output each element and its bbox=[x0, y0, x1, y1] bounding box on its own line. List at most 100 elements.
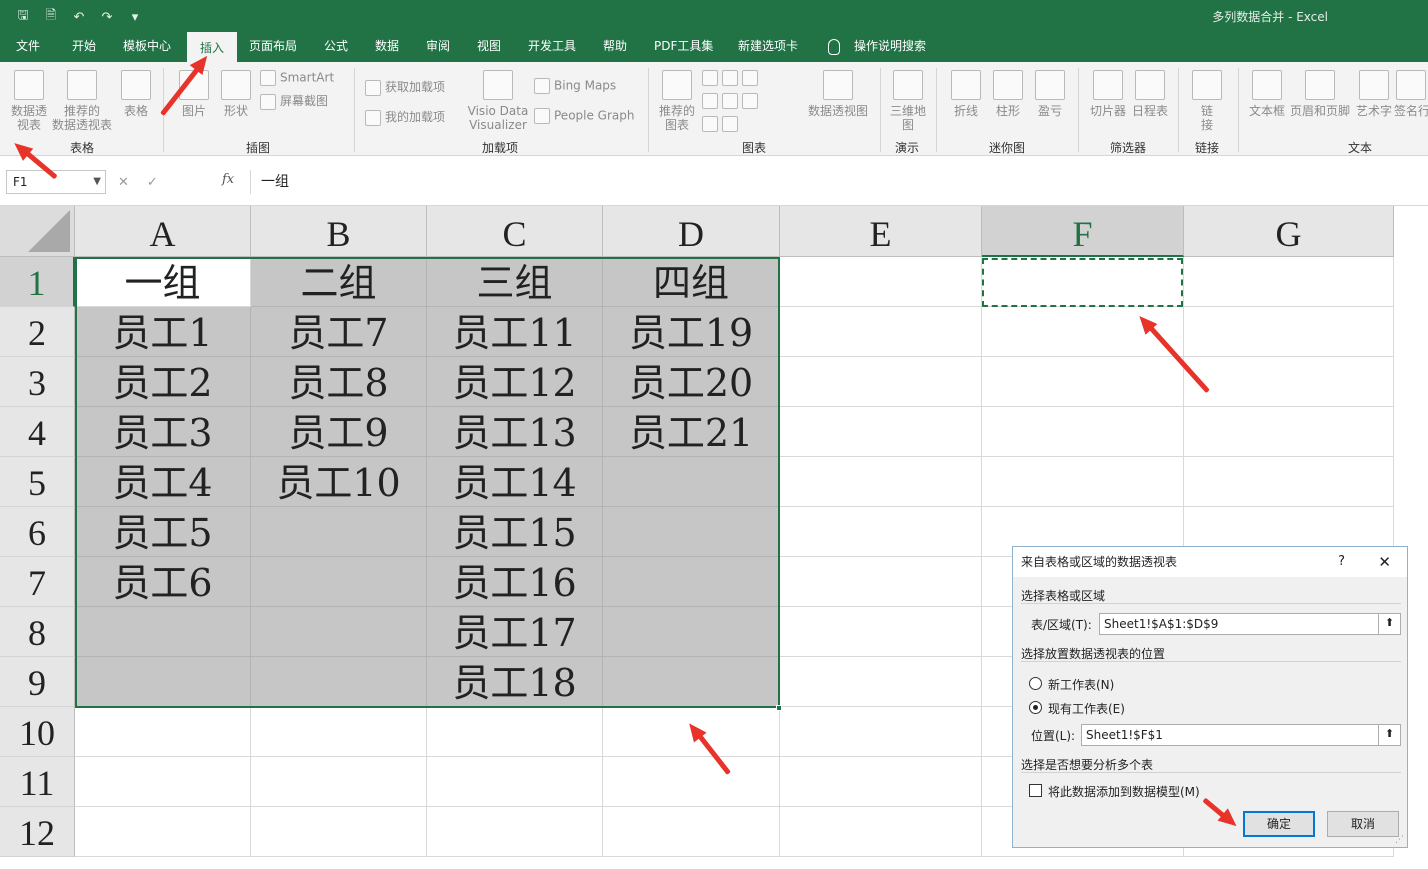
my-addins-button[interactable]: 我的加载项 bbox=[365, 108, 445, 126]
cancel-button[interactable]: 取消 bbox=[1327, 811, 1399, 837]
cell-g5[interactable] bbox=[1184, 457, 1394, 507]
data-model-label[interactable]: 将此数据添加到数据模型(M) bbox=[1048, 783, 1200, 800]
column-header-g[interactable]: G bbox=[1184, 206, 1394, 257]
row-header-7[interactable]: 7 bbox=[0, 557, 75, 607]
row-header-8[interactable]: 8 bbox=[0, 607, 75, 657]
cell-c3[interactable]: 员工12 bbox=[427, 357, 603, 407]
row-header-4[interactable]: 4 bbox=[0, 407, 75, 457]
signature-line-button[interactable]: 签名行 bbox=[1394, 70, 1428, 118]
recommended-pivot-button[interactable]: 推荐的 数据透视表 bbox=[50, 70, 114, 132]
cell-g4[interactable] bbox=[1184, 407, 1394, 457]
select-all-corner[interactable] bbox=[0, 206, 75, 257]
wordart-button[interactable]: 艺术字 bbox=[1354, 70, 1394, 118]
tab-pdf-tools[interactable]: PDF工具集 bbox=[648, 32, 719, 62]
cell-b4[interactable]: 员工9 bbox=[251, 407, 427, 457]
cell-g2[interactable] bbox=[1184, 307, 1394, 357]
cell-d8[interactable] bbox=[603, 607, 780, 657]
column-header-b[interactable]: B bbox=[251, 206, 427, 257]
cell-a7[interactable]: 员工6 bbox=[75, 557, 251, 607]
cell-e9[interactable] bbox=[780, 657, 982, 707]
resize-grip-icon[interactable]: ⋰ bbox=[1395, 835, 1404, 845]
cell-c10[interactable] bbox=[427, 707, 603, 757]
cell-c1[interactable]: 三组 bbox=[427, 257, 603, 307]
cell-g1[interactable] bbox=[1184, 257, 1394, 307]
3d-map-button[interactable]: 三维地 图 bbox=[888, 70, 928, 132]
sparkline-winloss-button[interactable]: 盈亏 bbox=[1032, 70, 1068, 118]
cell-b2[interactable]: 员工7 bbox=[251, 307, 427, 357]
recommended-charts-button[interactable]: 推荐的 图表 bbox=[656, 70, 698, 132]
cell-c9[interactable]: 员工18 bbox=[427, 657, 603, 707]
cell-e12[interactable] bbox=[780, 807, 982, 857]
cell-b11[interactable] bbox=[251, 757, 427, 807]
cell-d3[interactable]: 员工20 bbox=[603, 357, 780, 407]
bing-maps-button[interactable]: Bing Maps bbox=[534, 78, 616, 94]
cell-a5[interactable]: 员工4 bbox=[75, 457, 251, 507]
cell-c12[interactable] bbox=[427, 807, 603, 857]
row-header-11[interactable]: 11 bbox=[0, 757, 75, 807]
undo-icon[interactable]: ↶ bbox=[70, 10, 88, 25]
timeline-button[interactable]: 日程表 bbox=[1130, 70, 1170, 118]
column-header-a[interactable]: A bbox=[75, 206, 251, 257]
formula-input[interactable]: 一组 bbox=[250, 170, 1428, 194]
tab-formulas[interactable]: 公式 bbox=[318, 32, 354, 62]
pie-chart-icon[interactable] bbox=[702, 116, 718, 132]
tab-home[interactable]: 开始 bbox=[66, 32, 102, 62]
save-icon[interactable]: 🖫 bbox=[14, 6, 32, 28]
cell-e10[interactable] bbox=[780, 707, 982, 757]
cell-d6[interactable] bbox=[603, 507, 780, 557]
new-sheet-radio[interactable] bbox=[1029, 677, 1042, 690]
smartart-button[interactable]: SmartArt bbox=[260, 70, 334, 86]
existing-sheet-radio[interactable] bbox=[1029, 701, 1042, 714]
new-sheet-label[interactable]: 新工作表(N) bbox=[1048, 676, 1114, 693]
cell-d1[interactable]: 四组 bbox=[603, 257, 780, 307]
slicer-button[interactable]: 切片器 bbox=[1088, 70, 1128, 118]
line-chart-icon[interactable] bbox=[702, 93, 718, 109]
cell-e5[interactable] bbox=[780, 457, 982, 507]
cell-b8[interactable] bbox=[251, 607, 427, 657]
row-header-6[interactable]: 6 bbox=[0, 507, 75, 557]
scatter-chart-icon[interactable] bbox=[722, 116, 738, 132]
customize-qat-icon[interactable]: ▾ bbox=[126, 10, 144, 25]
cell-e6[interactable] bbox=[780, 507, 982, 557]
cell-a2[interactable]: 员工1 bbox=[75, 307, 251, 357]
cell-e1[interactable] bbox=[780, 257, 982, 307]
pivot-chart-button[interactable]: 数据透视图 bbox=[806, 70, 870, 118]
chart-type-grid[interactable] bbox=[702, 70, 762, 86]
cell-e11[interactable] bbox=[780, 757, 982, 807]
cell-a11[interactable] bbox=[75, 757, 251, 807]
cell-b7[interactable] bbox=[251, 557, 427, 607]
cell-a6[interactable]: 员工5 bbox=[75, 507, 251, 557]
row-header-12[interactable]: 12 bbox=[0, 807, 75, 857]
link-button[interactable]: 链 接 bbox=[1188, 70, 1226, 132]
cell-f4[interactable] bbox=[982, 407, 1184, 457]
cell-b3[interactable]: 员工8 bbox=[251, 357, 427, 407]
cell-c5[interactable]: 员工14 bbox=[427, 457, 603, 507]
tab-page-layout[interactable]: 页面布局 bbox=[243, 32, 303, 62]
cell-c7[interactable]: 员工16 bbox=[427, 557, 603, 607]
existing-sheet-label[interactable]: 现有工作表(E) bbox=[1048, 700, 1125, 717]
cell-d7[interactable] bbox=[603, 557, 780, 607]
textbox-button[interactable]: 文本框 bbox=[1246, 70, 1288, 118]
hierarchy-chart-icon[interactable] bbox=[722, 70, 738, 86]
tab-view[interactable]: 视图 bbox=[471, 32, 507, 62]
column-header-e[interactable]: E bbox=[780, 206, 982, 257]
tab-developer[interactable]: 开发工具 bbox=[522, 32, 582, 62]
cell-f3[interactable] bbox=[982, 357, 1184, 407]
cell-b9[interactable] bbox=[251, 657, 427, 707]
row-header-2[interactable]: 2 bbox=[0, 307, 75, 357]
get-addins-button[interactable]: 获取加载项 bbox=[365, 78, 445, 96]
cell-f5[interactable] bbox=[982, 457, 1184, 507]
cell-c6[interactable]: 员工15 bbox=[427, 507, 603, 557]
tab-help[interactable]: 帮助 bbox=[597, 32, 633, 62]
close-icon[interactable]: ✕ bbox=[1378, 547, 1391, 577]
row-header-3[interactable]: 3 bbox=[0, 357, 75, 407]
chart-type-grid-row3[interactable] bbox=[702, 116, 742, 132]
cell-c11[interactable] bbox=[427, 757, 603, 807]
cell-a1[interactable]: 一组 bbox=[75, 257, 251, 307]
insert-function-icon[interactable]: fx bbox=[222, 172, 234, 187]
cell-a9[interactable] bbox=[75, 657, 251, 707]
cell-d4[interactable]: 员工21 bbox=[603, 407, 780, 457]
pivot-table-button[interactable]: 数据透 视表 bbox=[8, 70, 50, 132]
data-model-checkbox[interactable] bbox=[1029, 784, 1042, 797]
redo-icon[interactable]: ↷ bbox=[98, 10, 116, 25]
